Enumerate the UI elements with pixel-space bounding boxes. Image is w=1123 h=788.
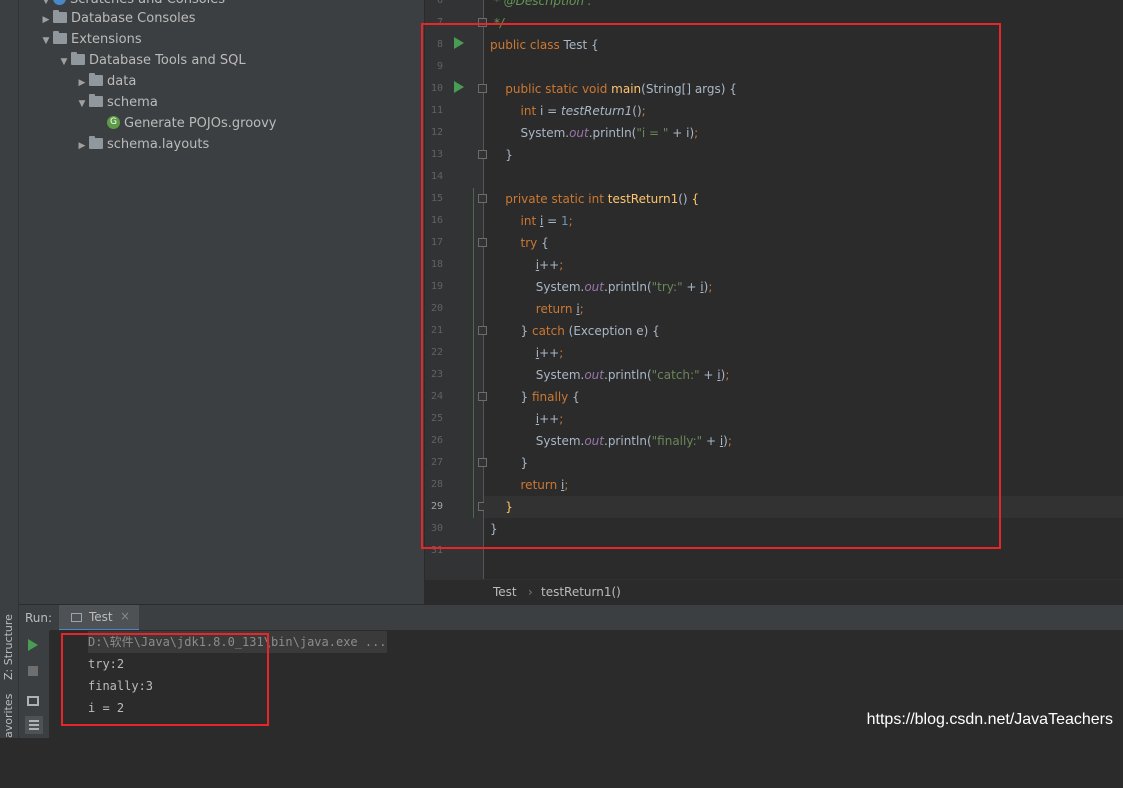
tree-item[interactable]: ▶ Database Consoles — [39, 8, 196, 29]
tree-item[interactable]: ▶ schema.layouts — [75, 134, 209, 155]
expand-down-icon[interactable]: ▼ — [75, 94, 89, 115]
breadcrumb-method[interactable]: testReturn1() — [541, 585, 621, 599]
code-line-6: * @Description : — [493, 0, 592, 8]
expand-right-icon[interactable]: ▶ — [39, 10, 53, 31]
project-tree-panel: ▼ Scratches and Consoles ▶ Database Console… — [19, 0, 424, 604]
run-panel-header: Run: Test × — [19, 604, 1123, 631]
rerun-icon[interactable] — [28, 639, 38, 651]
scroll-to-end-icon[interactable] — [25, 716, 43, 734]
tree-item[interactable]: ▼ Database Tools and SQL — [57, 50, 246, 71]
run-toolbar — [19, 630, 49, 738]
folder-icon — [53, 10, 67, 23]
tree-item-label: schema — [107, 95, 158, 110]
line-number: 6 — [436, 0, 443, 6]
watermark: https://blog.csdn.net/JavaTeachers — [866, 711, 1113, 728]
console-icon — [71, 613, 82, 622]
expand-down-icon[interactable]: ▼ — [39, 31, 53, 52]
scratch-icon — [53, 0, 66, 5]
tree-item-label: Scratches and Consoles — [70, 0, 225, 7]
stop-icon[interactable] — [28, 666, 38, 676]
folder-icon — [53, 31, 67, 44]
groovy-file-icon: G — [107, 116, 120, 129]
tree-item-label: Extensions — [71, 32, 142, 47]
left-tool-strip: Z: Structure avorites — [0, 0, 19, 738]
tree-item-label: Database Consoles — [71, 11, 196, 26]
expand-right-icon[interactable]: ▶ — [75, 73, 89, 94]
expand-right-icon[interactable]: ▶ — [75, 136, 89, 157]
tree-item[interactable]: ▼ Extensions — [39, 29, 142, 50]
folder-icon — [89, 73, 103, 86]
expand-down-icon[interactable]: ▼ — [57, 52, 71, 73]
breadcrumb-class[interactable]: Test — [493, 585, 517, 599]
folder-icon — [89, 94, 103, 107]
breadcrumb-separator: › — [528, 585, 533, 599]
close-icon[interactable]: × — [120, 609, 130, 623]
tree-item[interactable]: ▶ data — [75, 71, 136, 92]
breadcrumb: Test › testReturn1() — [425, 579, 1123, 605]
tree-item-label: Database Tools and SQL — [89, 53, 246, 68]
tab-test[interactable]: Test × — [59, 605, 139, 631]
tree-item[interactable]: G Generate POJOs.groovy — [93, 113, 277, 134]
run-tab-label: Test — [89, 610, 113, 624]
tree-item-label: Generate POJOs.groovy — [124, 116, 277, 131]
run-label: Run: — [25, 611, 53, 625]
folder-icon — [89, 136, 103, 149]
folder-icon — [71, 52, 85, 65]
code-highlight-box — [421, 23, 1001, 549]
tree-item[interactable]: ▼ schema — [75, 92, 158, 113]
output-highlight-box — [61, 633, 269, 726]
favorites-tab[interactable]: avorites — [0, 694, 18, 788]
tree-item-label: schema.layouts — [107, 137, 210, 152]
tree-item-label: data — [107, 74, 137, 89]
layout-icon[interactable] — [27, 696, 39, 706]
